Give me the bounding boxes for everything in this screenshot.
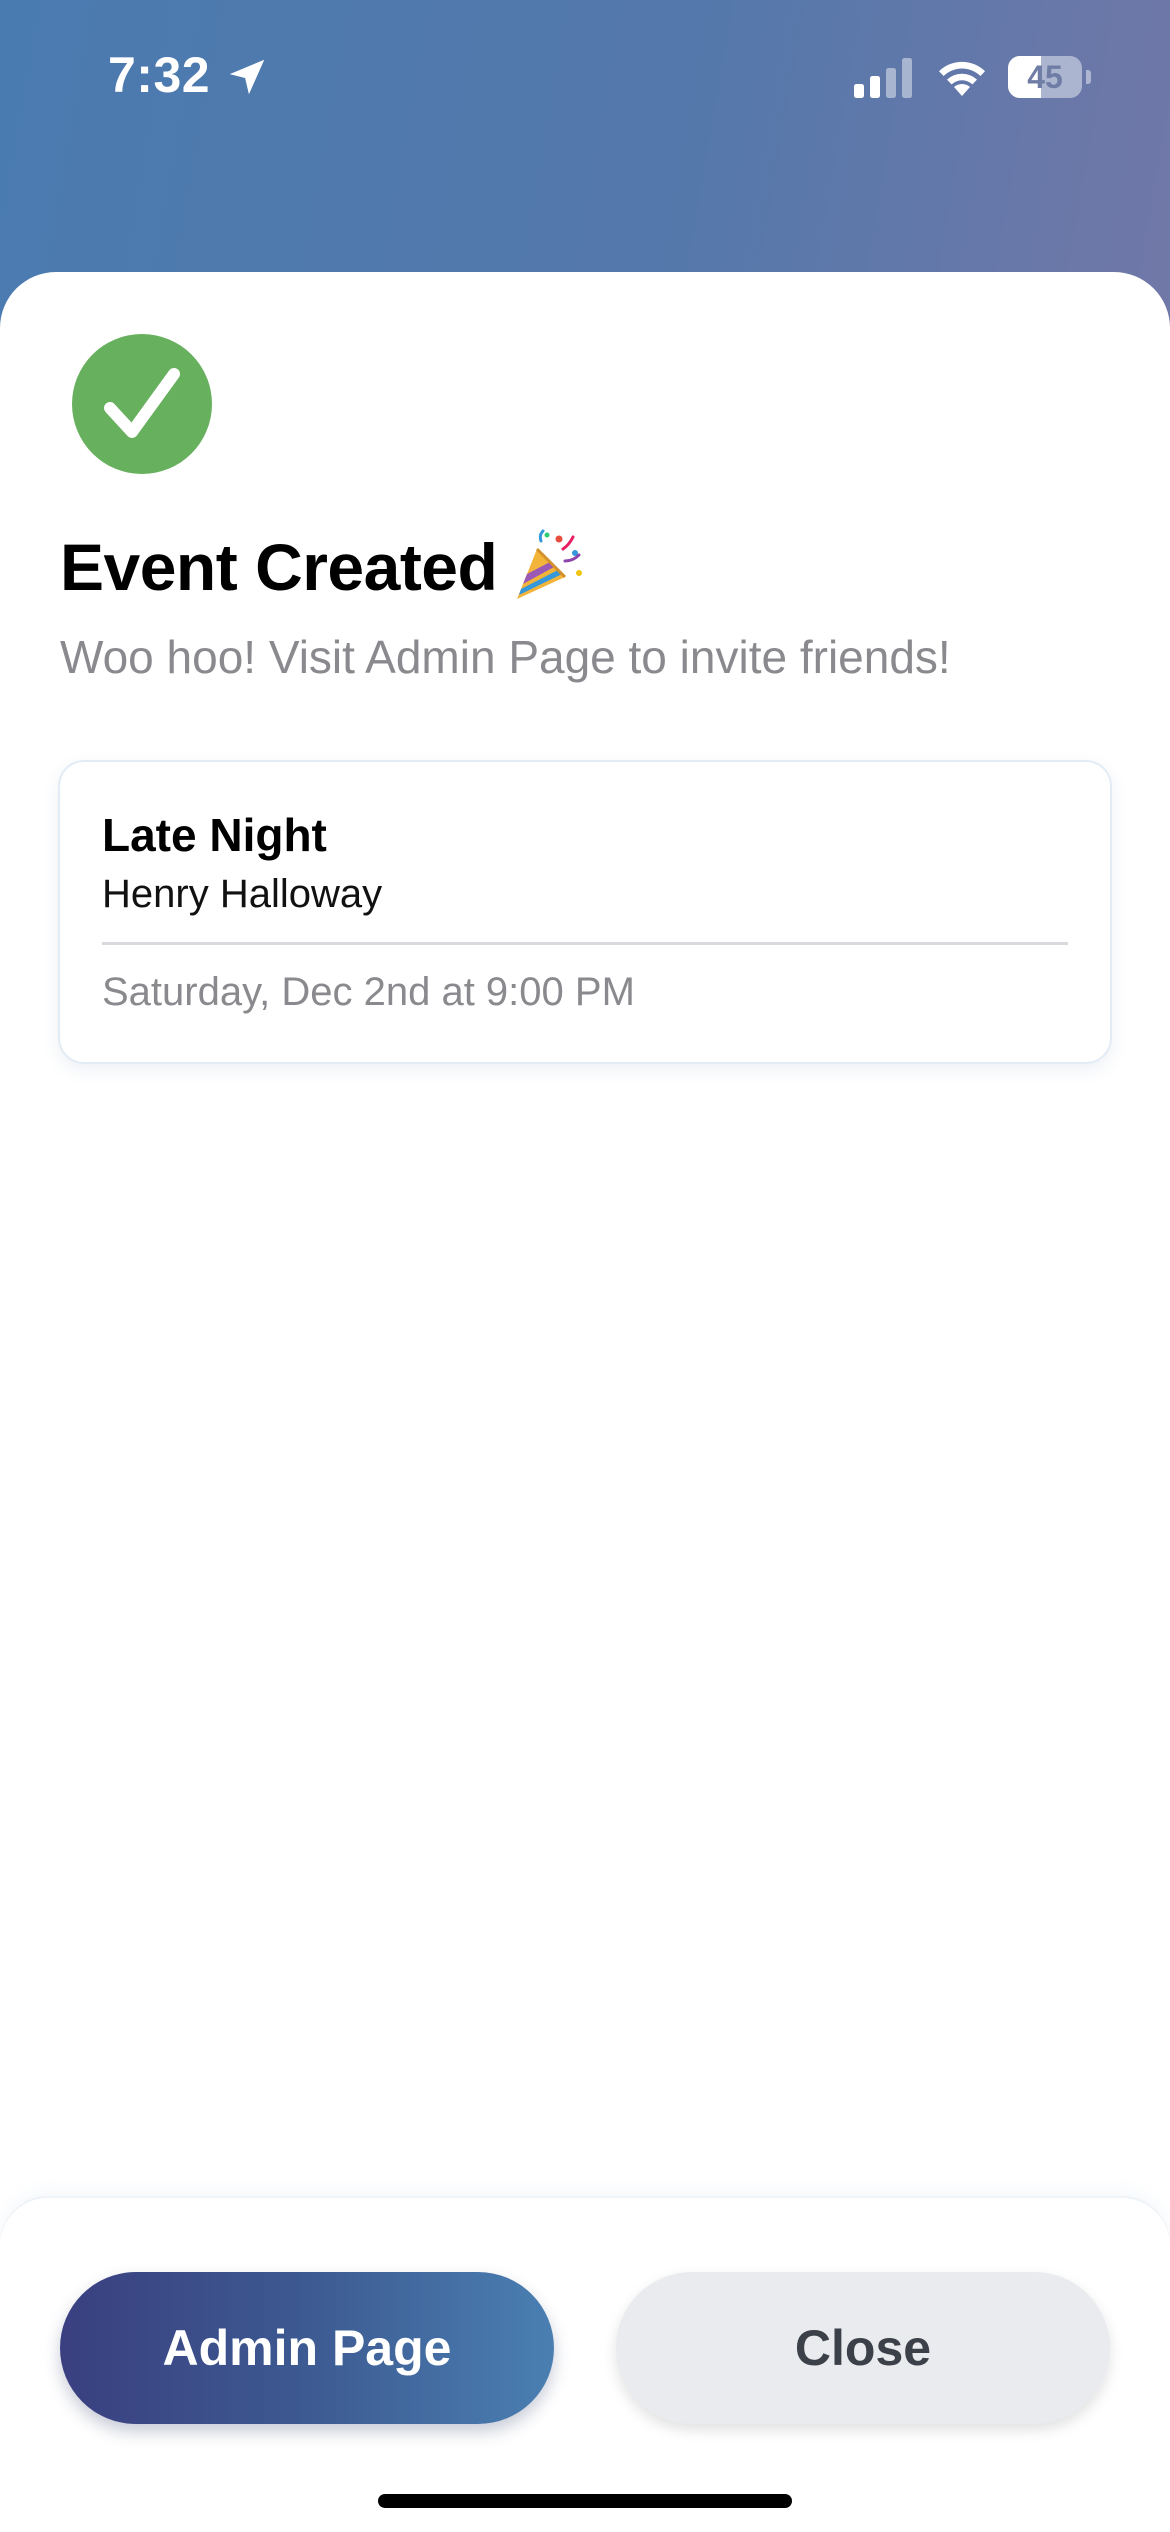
page-title: Event Created: [60, 530, 498, 604]
page-subtitle: Woo hoo! Visit Admin Page to invite frie…: [60, 631, 951, 683]
event-name: Late Night: [102, 809, 327, 861]
event-datetime: Saturday, Dec 2nd at 9:00 PM: [102, 970, 635, 1014]
success-check-icon: [72, 334, 212, 474]
close-button[interactable]: Close: [616, 2272, 1110, 2424]
event-host: Henry Halloway: [102, 872, 383, 916]
admin-page-button[interactable]: Admin Page: [60, 2272, 554, 2424]
cellular-signal-icon: [854, 58, 912, 98]
confirmation-sheet: Event Created Woo hoo! Visit Admin Page …: [0, 272, 1170, 2532]
event-card[interactable]: Late Night Henry Halloway Saturday, Dec …: [60, 762, 1110, 1062]
status-bar: 7:32 45: [0, 0, 1170, 150]
bottom-action-bar: Admin Page Close: [0, 2198, 1170, 2532]
title-row: Event Created: [60, 522, 587, 612]
status-time: 7:32: [108, 47, 211, 103]
home-indicator[interactable]: [378, 2494, 792, 2508]
party-popper-icon: [517, 529, 583, 599]
divider: [102, 942, 1068, 945]
battery-level: 45: [1027, 59, 1063, 95]
battery-icon: 45: [1008, 56, 1091, 98]
location-arrow-icon: [229, 59, 265, 95]
wifi-icon: [939, 61, 985, 96]
